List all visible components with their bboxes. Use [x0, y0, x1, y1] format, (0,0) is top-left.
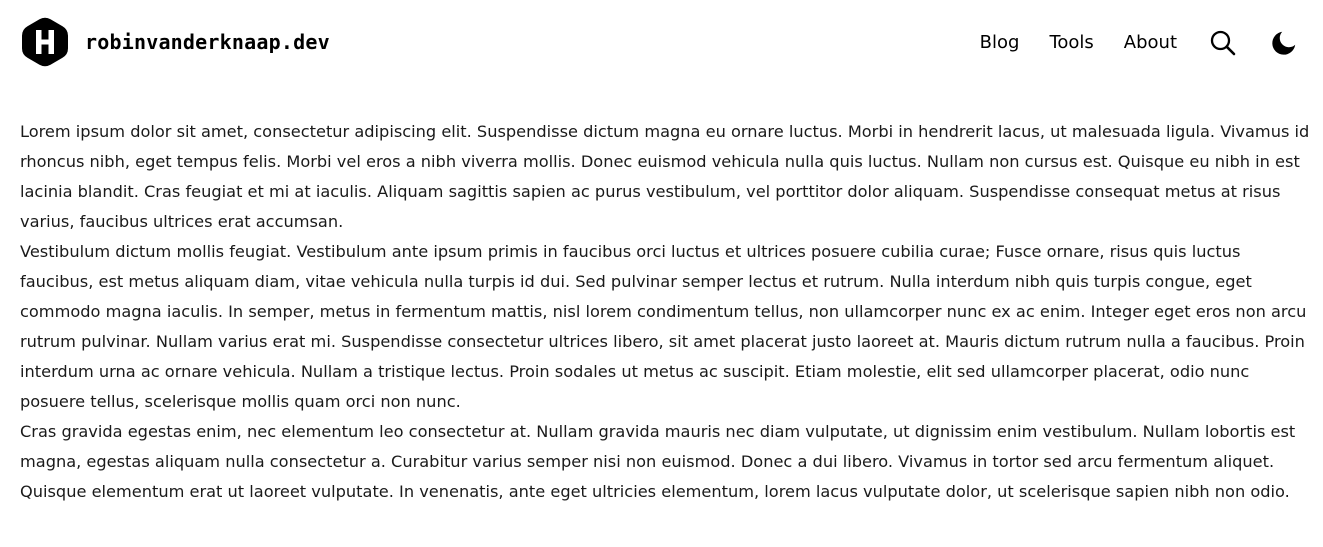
- paragraph: Vestibulum dictum mollis feugiat. Vestib…: [20, 242, 1307, 411]
- main-content: Lorem ipsum dolor sit amet, consectetur …: [20, 117, 1310, 507]
- theme-toggle-button[interactable]: [1269, 28, 1299, 58]
- site-name: robinvanderknaap.dev: [85, 30, 330, 54]
- moon-icon: [1272, 31, 1296, 55]
- search-icon: [1210, 30, 1236, 56]
- nav-tools-link[interactable]: Tools: [1049, 27, 1093, 59]
- nav-blog-link[interactable]: Blog: [980, 27, 1020, 59]
- site-header: robinvanderknaap.dev Blog Tools About: [0, 0, 1323, 90]
- search-button[interactable]: [1208, 28, 1238, 58]
- hexagon-h-logo-icon: [22, 17, 68, 67]
- paragraph: Cras gravida egestas enim, nec elementum…: [20, 422, 1296, 501]
- nav-about-link[interactable]: About: [1124, 27, 1177, 59]
- paragraph: Lorem ipsum dolor sit amet, consectetur …: [20, 122, 1310, 231]
- main-nav: Blog Tools About: [980, 27, 1299, 59]
- home-link[interactable]: robinvanderknaap.dev: [22, 17, 330, 67]
